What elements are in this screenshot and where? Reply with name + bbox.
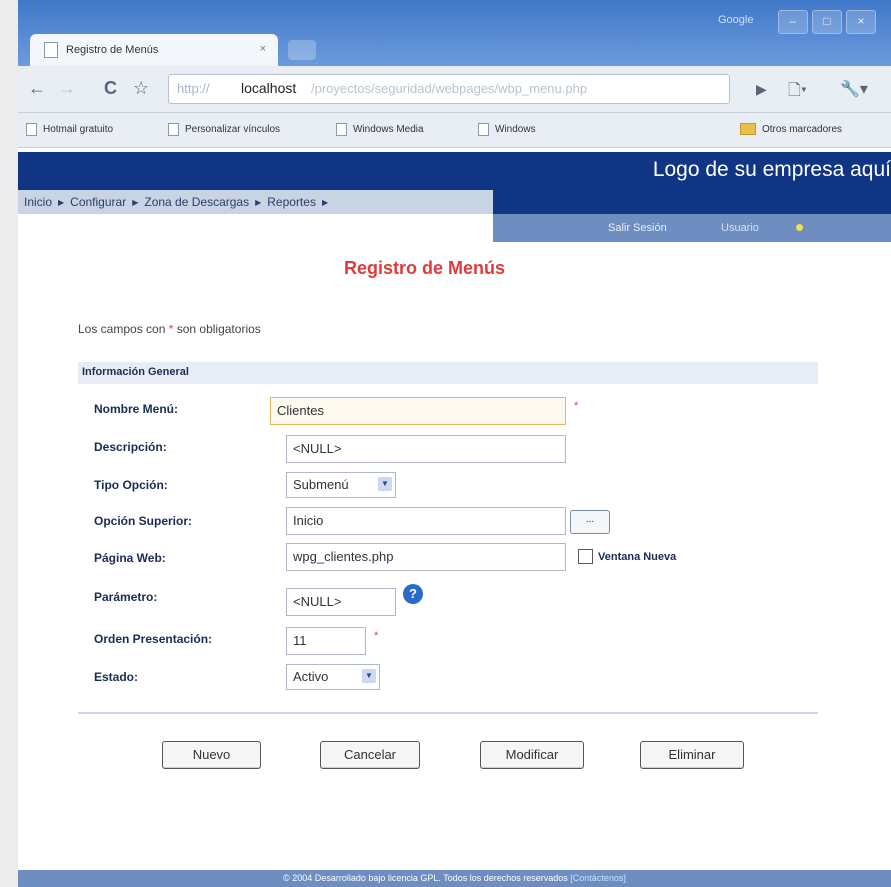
maximize-button[interactable]: □ [812,10,842,34]
browser-window: Registro de Menús × Google – □ × ← → C ☆… [18,0,891,887]
required-note: Los campos con * son obligatorios [78,322,261,336]
bookmark-label: Windows [495,124,536,135]
page-title: Registro de Menús [344,258,506,278]
chevron-down-icon: ▼ [378,477,392,491]
title-bar: Registro de Menús × Google – □ × [18,0,891,66]
page-icon [168,123,179,136]
estado-select[interactable]: Activo ▼ [286,664,380,690]
menu-bar-fill [493,190,891,214]
url-path: /proyectos/seguridad/webpages/wbp_menu.p… [311,81,588,96]
url-host: localhost [241,80,297,96]
help-icon[interactable]: ? [403,584,423,604]
descripcion-label: Descripción: [94,440,167,454]
browse-button[interactable]: ... [570,510,610,534]
modificar-button[interactable]: Modificar [480,741,584,769]
menu-item-inicio[interactable]: Inicio [24,195,52,209]
url-prefix: http:// [177,81,210,96]
wrench-icon[interactable]: 🔧▾ [840,79,868,99]
required-star: * [574,400,579,412]
bookmark-windows[interactable]: Windows [478,123,536,136]
required-star: * [374,630,379,642]
site-banner: Logo de su empresa aquí [18,152,891,190]
other-bookmarks[interactable]: Otros marcadores [740,123,842,135]
section-header: Información General [78,362,818,384]
tab-title: Registro de Menús [66,44,159,56]
bookmark-hotmail[interactable]: Hotmail gratuito [26,123,113,136]
status-dot-icon [796,224,803,231]
main-menu: Inicio ▶ Configurar ▶ Zona de Descargas ▶ R… [18,190,493,214]
bookmark-windows-media[interactable]: Windows Media [336,123,424,136]
logout-link[interactable]: Salir Sesión [608,222,667,234]
bookmark-label: Personalizar vínculos [185,124,281,135]
menu-item-descargas[interactable]: Zona de Descargas [144,195,249,209]
menu-arrow-icon: ▶ [58,197,65,207]
descripcion-input[interactable]: <NULL> [286,435,566,463]
company-logo-text: Logo de su empresa aquí [652,158,891,181]
other-bookmarks-label: Otros marcadores [762,123,843,135]
ventana-nueva-checkbox[interactable] [578,549,593,564]
orden-label: Orden Presentación: [94,632,213,646]
cancelar-button[interactable]: Cancelar [320,741,420,769]
section-title: Información General [82,366,189,378]
estado-value: Activo [293,669,329,684]
bookmark-label: Hotmail gratuito [43,124,114,135]
required-note-text-end: son obligatorios [173,322,261,336]
opcion-superior-input[interactable]: Inicio [286,507,566,535]
eliminar-button[interactable]: Eliminar [640,741,744,769]
menu-item-reportes[interactable]: Reportes [267,195,316,209]
menu-arrow-icon: ▶ [132,197,139,207]
page-icon [44,42,58,58]
nombre-menu-input[interactable]: Clientes [270,397,566,425]
forward-arrow-icon[interactable]: → [58,78,76,99]
parametro-label: Parámetro: [94,590,158,604]
tipo-opcion-select[interactable]: Submenú ▼ [286,472,396,498]
nombre-label: Nombre Menú: [94,402,178,416]
back-arrow-icon[interactable]: ← [28,78,46,99]
page-icon [336,123,347,136]
new-tab-button[interactable] [288,40,316,60]
browser-tab[interactable]: Registro de Menús × [30,34,278,66]
nuevo-button[interactable]: Nuevo [162,741,261,769]
user-label: Usuario [721,222,759,234]
menu-arrow-icon: ▶ [321,197,329,207]
page-icon [26,123,37,136]
pagina-web-input[interactable]: wpg_clientes.php [286,543,566,571]
page-icon [478,123,489,136]
address-bar[interactable]: http:// localhost /proyectos/seguridad/w… [168,74,730,104]
form-divider [78,712,818,714]
browser-toolbar: ← → C ☆ http:// localhost /proyectos/seg… [18,66,891,113]
footer-text: © 2004 Desarrollado bajo licencia GPL. T… [283,873,568,883]
pagina-web-label: Página Web: [94,551,166,565]
reload-icon[interactable]: C [104,78,117,99]
bookmark-personalizar[interactable]: Personalizar vínculos [168,123,280,136]
ventana-nueva-label: Ventana Nueva [598,551,677,563]
play-icon[interactable]: ▶ [756,81,767,98]
bookmark-label: Windows Media [353,124,424,135]
opcion-superior-label: Opción Superior: [94,514,193,528]
search-brand: Google [718,14,754,26]
folder-icon [740,123,756,135]
chevron-down-icon: ▼ [362,669,376,683]
tipo-opcion-value: Submenú [293,477,349,492]
menu-item-configurar[interactable]: Configurar [70,195,126,209]
user-bar: Salir Sesión Usuario [493,214,891,242]
close-tab-icon[interactable]: × [260,43,266,55]
bookmarks-bar: Hotmail gratuito Personalizar vínculos W… [18,113,891,148]
close-window-button[interactable]: × [846,10,876,34]
contact-link[interactable]: [Contáctenos] [570,873,626,883]
tipo-opcion-label: Tipo Opción: [94,478,168,492]
minimize-button[interactable]: – [778,10,808,34]
orden-presentacion-input[interactable]: 11 [286,627,366,655]
parametro-input[interactable]: <NULL> [286,588,396,616]
page-menu-icon[interactable]: 🗋▾ [788,79,807,106]
estado-label: Estado: [94,670,139,684]
menu-arrow-icon: ▶ [255,197,262,207]
page-footer: © 2004 Desarrollado bajo licencia GPL. T… [18,870,891,887]
bookmark-star-icon[interactable]: ☆ [133,78,149,99]
required-note-text: Los campos con [78,322,169,336]
